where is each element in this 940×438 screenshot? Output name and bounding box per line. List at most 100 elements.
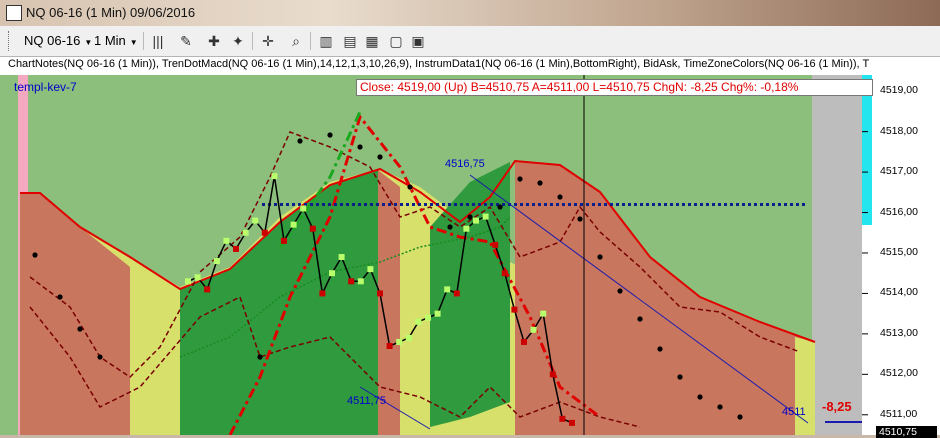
close-marker (540, 310, 547, 317)
close-marker (521, 338, 527, 345)
indicator-dot (467, 214, 473, 220)
close-marker (377, 290, 383, 297)
chart-canvas[interactable] (0, 57, 940, 435)
close-marker (338, 254, 345, 261)
toolbar-grip[interactable] (8, 31, 12, 51)
close-marker (425, 314, 431, 321)
close-marker (319, 290, 326, 297)
close-marker (194, 274, 201, 281)
remove-indicator-icon[interactable]: ✦ (228, 31, 248, 51)
bar-style-icon[interactable]: ||| (148, 31, 168, 51)
price-tick-label: 4516,00 (880, 205, 918, 218)
data-box-icon[interactable]: ▤ (340, 31, 360, 51)
indicator-dot (657, 346, 663, 352)
indicator-dot (697, 394, 703, 400)
crosshair-icon[interactable]: ✛ (258, 31, 278, 51)
indicator-dot (447, 224, 453, 230)
window-title: NQ 06-16 (1 Min) 09/06/2016 (26, 5, 196, 20)
close-marker (252, 217, 259, 224)
chart-trader-icon[interactable]: ▥ (316, 31, 336, 51)
close-marker (501, 270, 508, 277)
close-marker (415, 318, 422, 325)
close-marker (233, 245, 239, 252)
chart-properties-icon[interactable]: ▦ (362, 31, 382, 51)
indicator-dot (77, 326, 83, 332)
high-annotation: 4516,75 (445, 158, 485, 170)
properties-icon[interactable]: ▣ (408, 31, 428, 51)
indicator-dot (717, 404, 723, 410)
indicator-dot (377, 154, 383, 160)
indicator-dot (617, 288, 623, 294)
close-marker (473, 217, 479, 224)
indicator-info-line: ChartNotes(NQ 06-16 (1 Min)), TrenDotMac… (8, 58, 870, 70)
interval-label: 1 Min (94, 33, 126, 48)
close-marker (367, 266, 374, 273)
close-marker (242, 229, 249, 236)
window-titlebar: NQ 06-16 (1 Min) 09/06/2016 (0, 0, 940, 26)
close-marker (223, 237, 230, 244)
last-annotation: 4511 (782, 406, 806, 418)
indicator-dot (537, 180, 543, 186)
close-marker (492, 241, 499, 248)
indicator-dot (597, 254, 603, 260)
indicator-dot (32, 252, 38, 258)
close-marker (463, 225, 470, 232)
indicator-dot (297, 138, 303, 144)
close-marker (434, 310, 441, 317)
close-marker (357, 278, 364, 285)
instrument-selector[interactable]: NQ 06-16 ▼ (24, 33, 92, 48)
price-tick-label: 4517,00 (880, 165, 918, 178)
toolbar-divider (252, 32, 253, 50)
price-tick-label: 4511,00 (880, 407, 918, 420)
price-chart[interactable]: ChartNotes(NQ 06-16 (1 Min)), TrenDotMac… (0, 57, 940, 438)
price-tick-label: 4515,00 (880, 245, 918, 258)
toolbar-divider (310, 32, 311, 50)
indicator-dot (677, 374, 683, 380)
close-marker (396, 338, 403, 345)
indicator-dot (57, 294, 63, 300)
close-marker (281, 237, 287, 244)
price-tick-label: 4519,00 (880, 84, 918, 97)
interval-selector[interactable]: 1 Min ▼ (94, 33, 138, 48)
chevron-down-icon: ▼ (84, 38, 93, 47)
close-marker (482, 213, 489, 220)
close-marker (309, 225, 316, 232)
close-marker (271, 173, 278, 180)
price-tick-label: 4514,00 (880, 286, 918, 299)
close-marker (453, 290, 460, 297)
close-marker (549, 371, 556, 378)
chart-window-icon (6, 5, 22, 21)
template-label: templ-kev-7 (14, 80, 77, 94)
price-tick-label: 4518,00 (880, 124, 918, 137)
close-marker (386, 343, 393, 350)
change-label: -8,25 (822, 399, 852, 414)
close-marker (405, 334, 412, 341)
close-marker (348, 278, 355, 285)
close-marker (530, 326, 537, 333)
close-marker (300, 205, 307, 212)
instrument-label: NQ 06-16 (24, 33, 81, 48)
close-marker (261, 229, 268, 236)
indicator-dot (637, 316, 643, 322)
data-box: Close: 4519,00 (Up) B=4510,75 A=4511,00 … (356, 79, 873, 96)
templates-icon[interactable]: ▢ (386, 31, 406, 51)
right-margin-zone (812, 75, 862, 435)
chart-toolbar: NQ 06-16 ▼ 1 Min ▼ ||| ✎ ✚ ✦ ✛ ⌕ ▥ ▤ ▦ ▢ ▣ (0, 26, 940, 57)
indicator-dot (257, 354, 263, 360)
pencil-icon[interactable]: ✎ (176, 31, 196, 51)
last-price-marker: 4510,75 (876, 426, 937, 438)
close-marker (569, 419, 575, 426)
indicator-dot (517, 176, 523, 182)
close-marker (204, 286, 211, 293)
low-annotation: 4511,75 (347, 395, 386, 407)
close-marker (213, 258, 220, 265)
close-marker (444, 286, 451, 293)
price-tick-label: 4513,00 (880, 326, 918, 339)
close-marker (290, 221, 297, 228)
add-indicator-icon[interactable]: ✚ (204, 31, 224, 51)
indicator-dot (97, 354, 103, 360)
close-marker (185, 278, 191, 285)
indicator-dot (497, 204, 503, 210)
close-marker (559, 415, 566, 422)
zoom-icon[interactable]: ⌕ (286, 31, 306, 51)
